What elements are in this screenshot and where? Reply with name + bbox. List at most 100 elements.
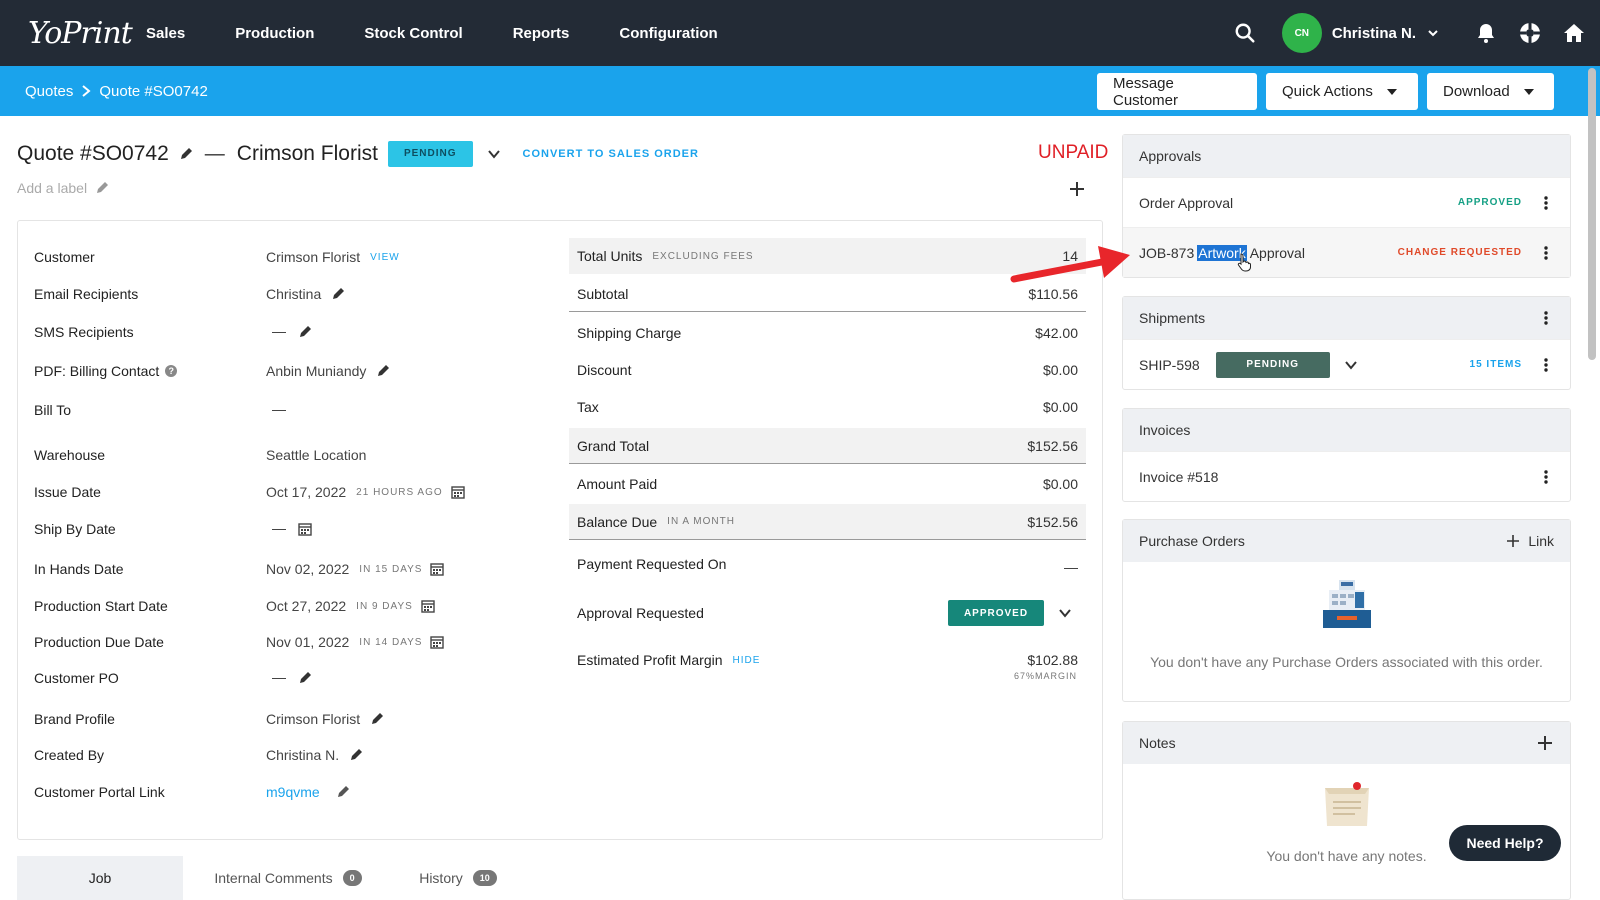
search-icon[interactable] [1234,22,1256,44]
support-icon[interactable] [1518,21,1542,45]
amount-paid-row: Amount Paid $0.00 [569,466,1086,502]
more-vertical-icon[interactable] [1538,357,1554,373]
pencil-icon[interactable] [336,785,350,799]
pencil-icon[interactable] [370,712,384,726]
field-production-due-date: Production Due Date Nov 01, 2022 IN 14 DA… [34,631,445,653]
grand-total-row: Grand Total $152.56 [569,428,1086,464]
hide-profit-link[interactable]: HIDE [733,655,761,666]
empty-value [272,677,286,679]
message-customer-button[interactable]: Message Customer [1097,73,1257,110]
discount-row: Discount $0.00 [569,352,1086,388]
approval-status-badge[interactable]: APPROVED [948,600,1044,626]
action-bar: Quotes Quote #SO0742 Message Customer Qu… [0,66,1600,116]
field-label: Ship By Date [34,521,116,537]
purchase-orders-empty-state: You don't have any Purchase Orders assoc… [1123,562,1570,670]
production-due-note: IN 14 DAYS [359,636,423,648]
invoices-panel: Invoices Invoice #518 [1122,408,1571,502]
production-due-value: Nov 01, 2022 [266,634,350,650]
bell-icon[interactable] [1474,21,1498,45]
in-hands-value: Nov 02, 2022 [266,561,350,577]
field-warehouse: Warehouse Seattle Location [34,444,366,466]
invoice-row[interactable]: Invoice #518 [1123,451,1570,501]
quick-actions-button[interactable]: Quick Actions [1266,73,1418,110]
shipment-id: SHIP-598 [1139,356,1200,373]
quick-actions-label: Quick Actions [1282,83,1373,100]
field-label: Customer [34,249,95,265]
avatar[interactable]: CN [1281,13,1322,53]
shipment-row[interactable]: SHIP-598 PENDING 15 ITEMS [1123,339,1570,389]
nav-item-reports[interactable]: Reports [513,25,570,42]
pencil-icon[interactable] [298,325,312,339]
home-icon[interactable] [1562,21,1586,45]
plus-icon[interactable] [1536,734,1554,752]
scrollbar[interactable] [1588,68,1596,360]
chevron-down-icon[interactable] [1426,26,1440,40]
status-badge[interactable]: PENDING [387,141,473,167]
field-label: PDF: Billing Contact? [34,363,266,379]
breadcrumb-current[interactable]: Quote #SO0742 [99,83,207,100]
calendar-icon[interactable] [430,635,445,649]
field-issue-date: Issue Date Oct 17, 2022 21 HOURS AGO [34,481,465,503]
add-label-button[interactable]: Add a label [17,180,109,196]
field-label: In Hands Date [34,561,124,577]
balance-due-note: IN A MONTH [667,516,735,527]
purchase-orders-header: Purchase Orders Link [1123,520,1570,562]
calendar-icon[interactable] [421,599,435,613]
billing-label: PDF: Billing Contact [34,363,160,379]
view-customer-link[interactable]: VIEW [370,252,400,263]
chevron-down-icon[interactable] [1344,358,1358,372]
tab-job[interactable]: Job [17,856,183,900]
help-icon[interactable]: ? [165,365,178,377]
subtotal-row: Subtotal $110.56 [569,276,1086,312]
production-start-value: Oct 27, 2022 [266,598,347,614]
need-help-button[interactable]: Need Help? [1449,825,1561,861]
download-label: Download [1443,83,1510,100]
convert-to-sales-order-link[interactable]: CONVERT TO SALES ORDER [523,148,699,160]
portal-link[interactable]: m9qvme [266,784,320,800]
nav-item-stock-control[interactable]: Stock Control [364,25,462,42]
calendar-icon[interactable] [450,485,465,499]
nav-item-configuration[interactable]: Configuration [619,25,717,42]
pencil-icon[interactable] [331,287,345,301]
pencil-icon[interactable] [349,748,363,762]
calendar-icon[interactable] [430,562,445,576]
more-vertical-icon[interactable] [1538,469,1554,485]
nav-item-production[interactable]: Production [235,25,314,42]
plus-icon[interactable] [1068,180,1086,198]
more-vertical-icon[interactable] [1538,195,1554,211]
calendar-icon[interactable] [298,522,312,536]
user-name[interactable]: Christina N. [1332,25,1416,42]
shipment-status-badge[interactable]: PENDING [1215,351,1330,378]
pencil-icon[interactable] [298,671,312,685]
link-purchase-order-button[interactable]: Link [1506,533,1554,549]
pencil-icon[interactable] [376,364,390,378]
breadcrumb-quotes[interactable]: Quotes [25,83,73,100]
nav-item-sales[interactable]: Sales [146,25,185,42]
tax-label: Tax [577,399,599,415]
balance-due-value: $152.56 [1027,513,1078,530]
warehouse-value: Seattle Location [266,447,367,463]
chevron-down-icon[interactable] [487,147,501,161]
tab-internal-comments[interactable]: Internal Comments 0 [183,856,393,900]
job-number: JOB-873 [1139,244,1195,261]
shipping-row: Shipping Charge $42.00 [569,315,1086,351]
quote-header: Quote #SO0742 — Crimson Florist PENDING … [17,138,699,170]
tab-history-label: History [419,870,463,886]
pencil-icon[interactable] [179,147,193,161]
more-vertical-icon[interactable] [1538,310,1554,326]
approvals-header: Approvals [1123,135,1570,177]
artwork-approval-row[interactable]: JOB-873 Artwork Approval CHANGE REQUESTED [1123,227,1570,277]
notes-header: Notes [1123,722,1570,764]
more-vertical-icon[interactable] [1538,245,1554,261]
artwork-approval-status: CHANGE REQUESTED [1397,247,1522,258]
field-label: Warehouse [34,447,106,463]
yoprint-logo[interactable]: YoPrint [28,16,133,51]
shipment-items-count[interactable]: 15 ITEMS [1470,359,1522,370]
tab-history[interactable]: History 10 [393,856,523,900]
chevron-down-icon[interactable] [1058,606,1072,620]
discount-value: $0.00 [1042,362,1078,378]
tab-comments-label: Internal Comments [214,870,333,886]
notes-title: Notes [1139,735,1176,751]
download-button[interactable]: Download [1427,73,1554,110]
order-approval-row[interactable]: Order Approval APPROVED [1123,177,1570,227]
